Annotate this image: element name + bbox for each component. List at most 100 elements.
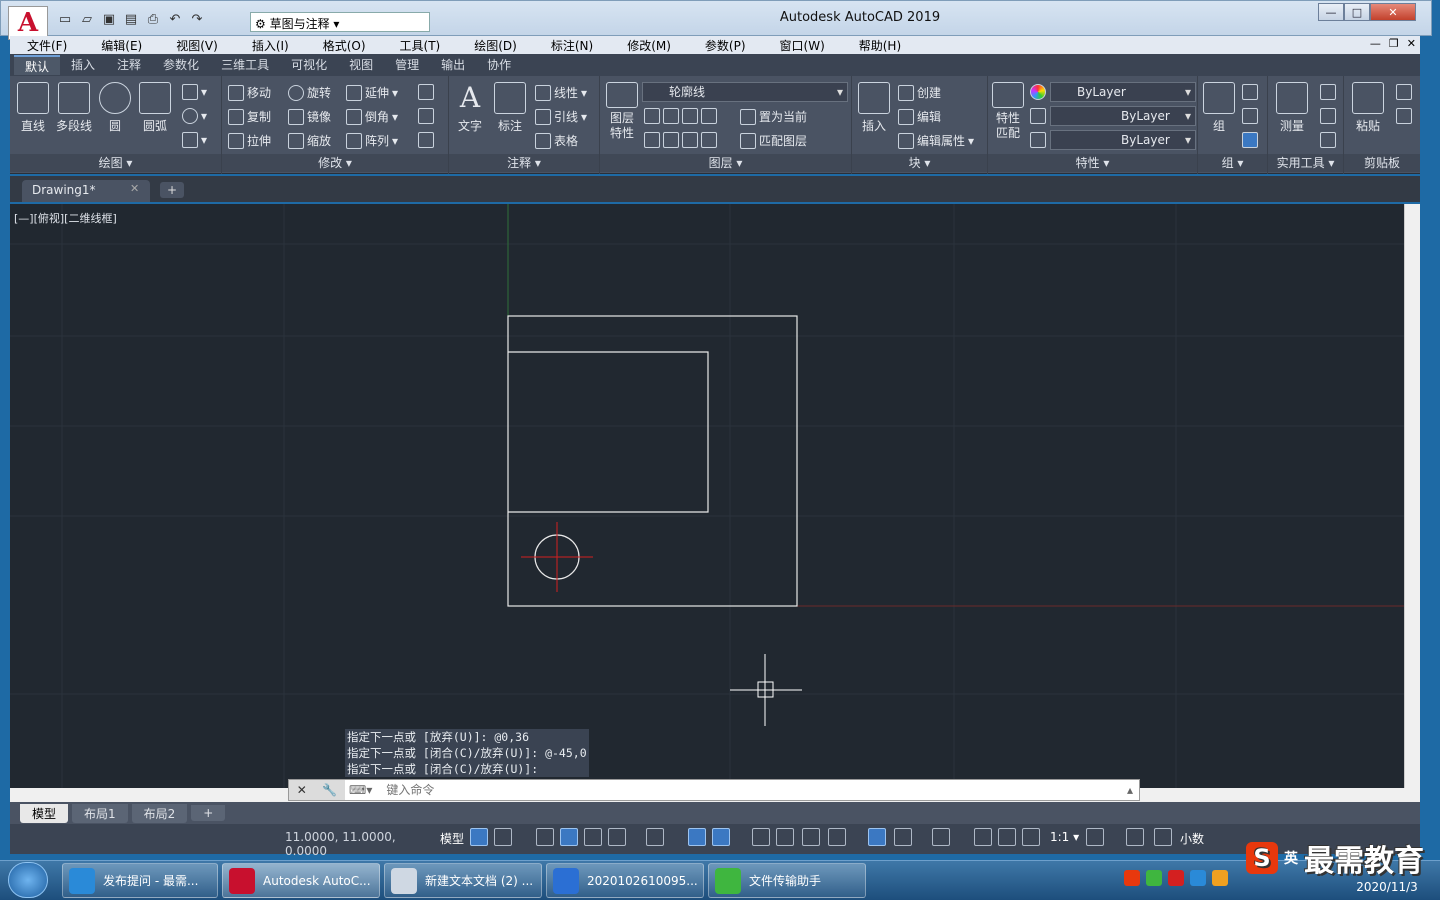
menu-tools[interactable]: 工具(T) [383,37,458,54]
annotation-panel-title[interactable]: 注释 ▾ [449,154,599,172]
stretch-tool[interactable]: 拉伸 [228,132,271,149]
match-properties-tool[interactable]: 特性 匹配 [990,82,1026,141]
redo-icon[interactable]: ↷ [188,10,206,28]
selection-filter-icon[interactable] [894,828,912,846]
viewport-controls-label[interactable]: [—][俯视][二维线框] [14,210,117,226]
new-document-tab-button[interactable]: + [160,182,184,198]
tab-view[interactable]: 视图 [338,55,384,75]
weibo-tray-icon[interactable] [1168,870,1184,886]
tab-output[interactable]: 输出 [430,55,476,75]
taskbar-item-video[interactable]: 2020102610095... [546,863,704,898]
array-tool[interactable]: 阵列 ▾ [346,132,398,149]
extend-tool[interactable]: 延伸 ▾ [346,84,398,101]
snap-mode-icon[interactable] [494,828,512,846]
menu-window[interactable]: 窗口(W) [763,37,842,54]
tab-insert[interactable]: 插入 [60,55,106,75]
table-tool[interactable]: 表格 [535,132,578,149]
open-file-icon[interactable]: ▱ [78,10,96,28]
tab-model[interactable]: 模型 [20,803,69,823]
utilities-panel-title[interactable]: 实用工具 ▾ [1268,154,1343,172]
object-snap-tracking-icon[interactable] [688,828,706,846]
command-customize-icon[interactable]: 🔧 [322,783,337,797]
dynamic-input-icon[interactable] [560,828,578,846]
dimension-tool[interactable]: 标注 [493,82,527,134]
layer-tools-row3[interactable] [644,132,717,148]
mirror-tool[interactable]: 镜像 [288,108,331,125]
taskbar-item-wechat[interactable]: 文件传输助手 [708,863,866,898]
make-current-tool[interactable]: 置为当前 [740,108,807,125]
menu-help[interactable]: 帮助(H) [842,37,918,54]
calculator-tool[interactable] [1320,132,1336,148]
measure-tool[interactable]: 测量 [1272,82,1312,134]
tab-annotate[interactable]: 注释 [106,55,152,75]
grid-display-icon[interactable] [470,828,488,846]
tab-visualize[interactable]: 可视化 [280,55,338,75]
taskbar-item-autocad[interactable]: Autodesk AutoC... [222,863,380,898]
layer-properties-tool[interactable]: 图层 特性 [604,82,640,141]
selection-cycling-icon[interactable] [802,828,820,846]
doc-close-icon[interactable]: ✕ [1407,37,1416,50]
text-tool[interactable]: A 文字 [453,82,487,134]
paste-tool[interactable]: 粘贴 [1350,82,1386,134]
group-tool[interactable]: 组 [1202,82,1236,134]
gizmo-icon[interactable] [932,828,950,846]
command-history-toggle-icon[interactable]: ▴ [1121,783,1139,797]
ortho-mode-icon[interactable] [584,828,602,846]
ellipse-tool[interactable]: ▾ [182,108,207,124]
units-dropdown[interactable]: 小数 [1180,830,1204,847]
tab-layout1[interactable]: 布局1 [72,803,128,823]
tab-manage[interactable]: 管理 [384,55,430,75]
insert-block-tool[interactable]: 插入 [856,82,892,134]
command-input[interactable] [376,780,1121,800]
match-layer-tool[interactable]: 匹配图层 [740,132,807,149]
tab-default[interactable]: 默认 [14,55,61,75]
ungroup-tool[interactable] [1242,84,1258,100]
edit-attributes-tool[interactable]: 编辑属性 ▾ [898,132,974,149]
offset-tool[interactable] [418,132,434,148]
group-select-tool[interactable] [1242,132,1258,148]
menu-edit[interactable]: 编辑(E) [84,37,159,54]
rotate-tool[interactable]: 旋转 [288,84,331,101]
wechat-tray-icon[interactable] [1146,870,1162,886]
dynamic-ucs-icon[interactable] [868,828,886,846]
print-icon[interactable]: ⎙ [144,10,162,28]
coordinates-readout[interactable]: 11.0000, 11.0000, 0.0000 [285,830,433,858]
rectangle-tool[interactable]: ▾ [182,84,207,100]
new-file-icon[interactable]: ▭ [56,10,74,28]
tab-collaborate[interactable]: 协作 [476,55,522,75]
properties-panel-title[interactable]: 特性 ▾ [988,154,1197,172]
edit-block-tool[interactable]: 编辑 [898,108,941,125]
copy-tool[interactable]: 复制 [228,108,271,125]
move-tool[interactable]: 移动 [228,84,271,101]
inner-rectangle[interactable] [508,351,709,513]
polar-tracking-icon[interactable] [608,828,626,846]
vertical-scrollbar[interactable] [1404,204,1420,788]
drawing-viewport[interactable] [10,204,1404,788]
menu-view[interactable]: 视图(V) [159,37,235,54]
sogou-tray-icon[interactable] [1124,870,1140,886]
add-layout-button[interactable]: + [191,805,226,821]
polyline-tool[interactable]: 多段线 [54,82,94,134]
color-dropdown[interactable]: ByLayer [1050,82,1196,102]
menu-modify[interactable]: 修改(M) [610,37,688,54]
3d-object-snap-icon[interactable] [828,828,846,846]
copy-clip-tool[interactable] [1396,108,1412,124]
layer-dropdown[interactable]: 轮廓线 [642,82,848,102]
annotation-visibility-icon[interactable] [974,828,992,846]
cut-tool[interactable] [1396,84,1412,100]
explode-tool[interactable] [418,108,434,124]
group-edit-tool[interactable] [1242,108,1258,124]
infer-constraints-icon[interactable] [536,828,554,846]
command-prompt-icon[interactable]: ⌨▾ [345,783,376,797]
annotation-scale-dropdown[interactable]: 1:1 ▾ [1050,830,1079,844]
maximize-button[interactable]: □ [1344,3,1370,21]
units-icon[interactable] [1154,828,1172,846]
command-close-icon[interactable]: ✕ [297,783,307,797]
tab-layout2[interactable]: 布局2 [131,803,188,823]
menu-file[interactable]: 文件(F) [10,37,84,54]
annotation-monitor-icon[interactable] [1126,828,1144,846]
modify-panel-title[interactable]: 修改 ▾ [222,154,448,172]
circle-tool[interactable]: 圆 [98,82,132,134]
tab-3d-tools[interactable]: 三维工具 [210,55,280,75]
quick-select-tool[interactable] [1320,84,1336,100]
